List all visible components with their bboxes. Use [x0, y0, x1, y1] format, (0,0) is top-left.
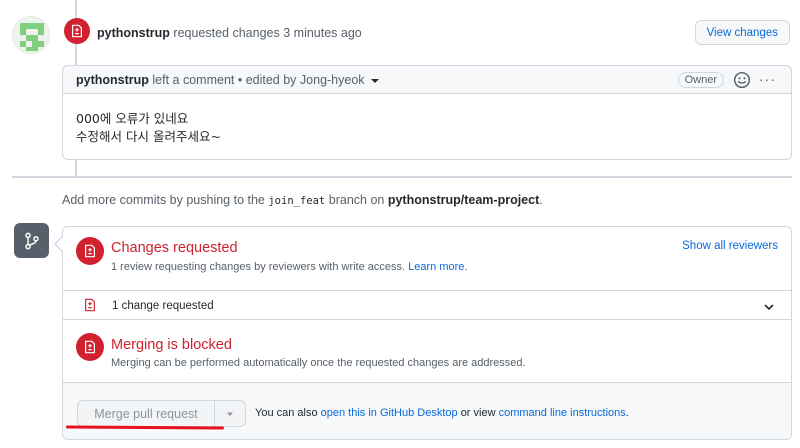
merging-blocked-desc: Merging can be performed automatically o… — [111, 357, 526, 369]
file-diff-icon — [85, 340, 95, 354]
merge-method-dropdown[interactable] — [215, 401, 245, 426]
merging-blocked-title: Merging is blocked — [111, 337, 232, 353]
push-hint-prefix: Add more commits by pushing to the — [62, 193, 265, 207]
push-hint-suffix: . — [539, 193, 543, 207]
review-header: pythonstrup requested changes 3 minutes … — [97, 26, 362, 40]
comment-author-link[interactable]: pythonstrup — [76, 73, 149, 87]
file-diff-icon — [85, 244, 95, 258]
comment-body: 000에 오류가 있네요 수정해서 다시 올려주세요~ — [76, 110, 221, 146]
review-comment: pythonstrup left a comment • edited by J… — [62, 65, 792, 160]
caret-down-icon — [227, 412, 233, 416]
changes-requested-badge — [76, 237, 104, 265]
file-diff-icon — [85, 298, 95, 312]
timeline-divider — [12, 176, 792, 178]
push-hint: Add more commits by pushing to the join_… — [62, 193, 543, 207]
review-status-badge — [64, 18, 90, 44]
branch-name: join_feat — [268, 195, 326, 207]
changes-requested-desc: 1 review requesting changes by reviewers… — [111, 261, 467, 273]
view-changes-button[interactable]: View changes — [694, 20, 790, 45]
merge-box: Changes requested 1 review requesting ch… — [62, 226, 792, 440]
caret-down-icon[interactable] — [370, 78, 379, 83]
file-diff-icon — [72, 24, 82, 38]
chevron-down-icon[interactable] — [763, 301, 775, 313]
owner-badge: Owner — [677, 72, 724, 88]
push-hint-middle: branch on — [328, 193, 385, 207]
merge-status-icon — [14, 223, 49, 258]
comment-header: pythonstrup left a comment • edited by J… — [63, 66, 791, 94]
smiley-icon[interactable] — [733, 71, 751, 89]
merge-box-pointer-inner — [56, 237, 63, 251]
changes-desc-text: 1 review requesting changes by reviewers… — [111, 261, 406, 273]
review-time[interactable]: 3 minutes ago — [283, 26, 362, 40]
open-github-desktop-link[interactable]: open this in GitHub Desktop — [321, 407, 458, 419]
footer-suffix: . — [625, 407, 629, 419]
footer-middle: or view — [460, 407, 496, 419]
review-action: requested changes — [173, 26, 280, 40]
learn-more-link[interactable]: Learn more. — [408, 261, 467, 273]
merge-button-group: Merge pull request — [77, 400, 246, 427]
command-line-instructions-link[interactable]: command line instructions — [499, 407, 626, 419]
user-avatar[interactable] — [12, 16, 50, 54]
merging-blocked-badge — [76, 333, 104, 361]
merge-footer-text: You can also open this in GitHub Desktop… — [255, 407, 629, 419]
merge-footer: Merge pull request You can also open thi… — [63, 382, 791, 439]
changes-requested-title: Changes requested — [111, 240, 238, 256]
comment-line-1: 000에 오류가 있네요 — [76, 111, 189, 126]
comment-header-text: pythonstrup left a comment • edited by J… — [76, 73, 379, 87]
change-requested-row[interactable]: 1 change requested — [63, 290, 791, 320]
more-options-button[interactable]: ··· — [759, 70, 776, 88]
comment-line-2: 수정해서 다시 올려주세요~ — [76, 129, 221, 144]
merge-pull-request-button[interactable]: Merge pull request — [78, 401, 215, 426]
identicon-icon — [20, 23, 44, 51]
review-author-link[interactable]: pythonstrup — [97, 26, 170, 40]
git-branch-icon — [24, 232, 39, 249]
show-all-reviewers-link[interactable]: Show all reviewers — [682, 240, 778, 252]
repo-name: pythonstrup/team-project — [387, 193, 540, 207]
footer-prefix: You can also — [255, 407, 318, 419]
change-requested-label: 1 change requested — [112, 300, 214, 312]
comment-meta[interactable]: left a comment • edited by Jong-hyeok — [152, 73, 364, 87]
